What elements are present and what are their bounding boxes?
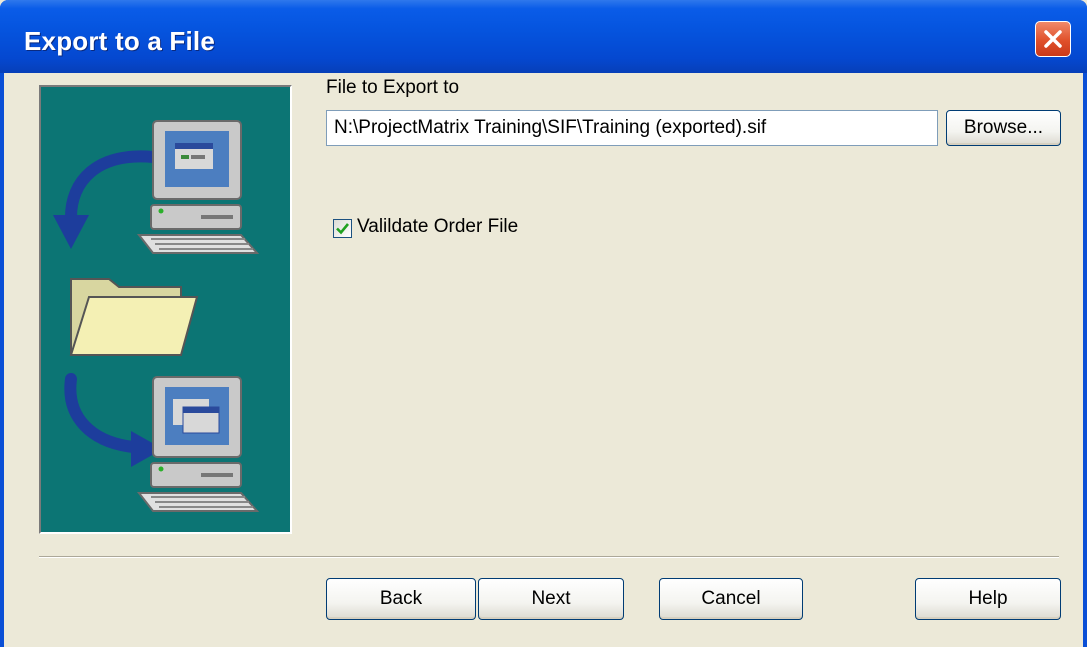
validate-order-checkbox[interactable]: [333, 219, 352, 238]
arrow-right-icon: [64, 373, 163, 467]
dialog-body: File to Export to Browse... Valildate Or…: [4, 73, 1083, 647]
computer-icon: [136, 376, 260, 512]
separator: [39, 556, 1059, 558]
cancel-button[interactable]: Cancel: [659, 578, 803, 620]
file-path-input[interactable]: [326, 110, 938, 146]
checkmark-icon: [336, 223, 350, 235]
validate-order-label[interactable]: Valildate Order File: [357, 216, 518, 238]
export-dialog: Export to a File File to Export to N:\Pr…: [0, 0, 1087, 647]
close-button[interactable]: [1035, 21, 1071, 57]
wizard-illustration: [39, 85, 292, 534]
close-icon: [1044, 30, 1062, 48]
next-button[interactable]: Next: [478, 578, 624, 620]
back-button[interactable]: Back: [326, 578, 476, 620]
window-title: Export to a File: [24, 26, 216, 56]
folder-icon: [69, 278, 199, 356]
browse-button[interactable]: Browse...: [946, 110, 1061, 146]
help-button[interactable]: Help: [915, 578, 1061, 620]
title-bar[interactable]: Export to a File: [0, 0, 1087, 73]
file-path-label: File to Export to: [326, 77, 460, 98]
computer-icon: [136, 120, 260, 254]
